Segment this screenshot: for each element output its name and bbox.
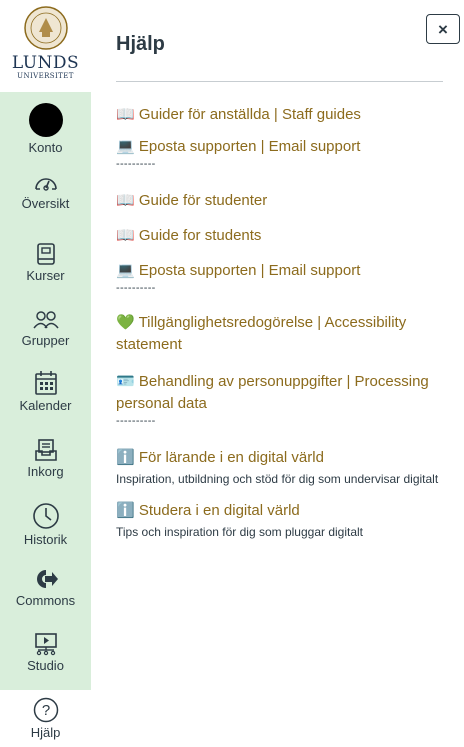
tray-divider — [116, 81, 443, 82]
nav-item-label: Kurser — [26, 268, 65, 283]
tray-title: Hjälp — [116, 33, 165, 55]
nav-item-history[interactable]: Historik — [0, 502, 91, 547]
dashboard-icon — [34, 178, 57, 191]
nav-item-account[interactable]: Konto — [0, 102, 91, 155]
nav-item-commons[interactable]: Commons — [0, 567, 91, 608]
list-item: 📖 Guide for students — [116, 225, 451, 247]
list-item: 📖 Guider för anställda | Staff guides — [116, 104, 451, 126]
nav-item-help[interactable]: ? Hjälp — [0, 697, 91, 747]
logo-wordmark: LUNDS — [11, 53, 80, 73]
nav-item-label: Hjälp — [30, 725, 61, 740]
list-item: ℹ️ Studera i en digital värld Tips och i… — [116, 500, 451, 541]
separator-dashes: ---------- — [116, 415, 156, 427]
nav-item-inbox[interactable]: Inkorg — [0, 438, 91, 479]
calendar-icon — [34, 371, 57, 395]
separator-dashes: ---------- — [116, 282, 156, 294]
link-accessibility-statement[interactable]: 💚 Tillgänglighetsredogörelse | Accessibi… — [116, 314, 406, 353]
link-email-support-staff[interactable]: 💻 Eposta supporten | Email support — [116, 138, 360, 155]
history-icon — [32, 503, 59, 529]
nav-item-label: Studio — [27, 658, 64, 673]
link-description: Inspiration, utbildning och stöd för dig… — [116, 472, 439, 486]
list-item: 🪪 Behandling av personuppgifter | Proces… — [116, 371, 451, 427]
courses-icon — [36, 243, 55, 265]
nav-item-label: Kalender — [19, 398, 72, 413]
nav-item-label: Commons — [15, 593, 76, 608]
list-item: 💚 Tillgänglighetsredogörelse | Accessibi… — [116, 312, 451, 356]
nav-item-courses[interactable]: Kurser — [0, 242, 91, 283]
link-guide-students-en[interactable]: 📖 Guide for students — [116, 227, 261, 244]
link-email-support-students[interactable]: 💻 Eposta supporten | Email support — [116, 262, 360, 279]
close-button[interactable]: × — [426, 14, 460, 44]
nav-item-studio[interactable]: Studio — [0, 632, 91, 673]
list-item: ℹ️ För lärande i en digital värld Inspir… — [116, 447, 451, 488]
logo-subtitle: UNIVERSITET — [17, 72, 74, 80]
separator-dashes: ---------- — [116, 158, 156, 170]
list-item: 📖 Guide för studenter — [116, 190, 451, 212]
close-icon: × — [438, 20, 448, 39]
studio-icon — [34, 633, 57, 656]
groups-icon — [32, 311, 59, 329]
nav-item-label: Översikt — [21, 196, 70, 211]
link-digital-studying[interactable]: ℹ️ Studera i en digital värld — [116, 502, 300, 519]
avatar — [28, 103, 63, 137]
nav-item-label: Grupper — [21, 333, 70, 348]
nav-item-label: Konto — [28, 140, 63, 155]
university-logo[interactable]: LUNDS UNIVERSITET — [0, 0, 91, 92]
link-personal-data[interactable]: 🪪 Behandling av personuppgifter | Proces… — [116, 373, 429, 412]
nav-item-label: Inkorg — [27, 464, 64, 479]
nav-item-label: Historik — [23, 532, 68, 547]
svg-text:?: ? — [41, 702, 49, 719]
list-item: 💻 Eposta supporten | Email support -----… — [116, 136, 451, 170]
inbox-icon — [34, 439, 57, 461]
help-icon: ? — [33, 697, 58, 723]
university-seal-icon — [23, 6, 68, 50]
link-staff-guides[interactable]: 📖 Guider för anställda | Staff guides — [116, 106, 361, 123]
help-links-list: 📖 Guider för anställda | Staff guides 💻 … — [116, 104, 451, 541]
help-tray: Hjälp × 📖 Guider för anställda | Staff g… — [91, 0, 464, 747]
list-item: 💻 Eposta supporten | Email support -----… — [116, 260, 451, 294]
link-description: Tips och inspiration för dig som pluggar… — [116, 525, 364, 539]
global-navigation: LUNDS UNIVERSITET Konto Översikt Kurser — [0, 0, 91, 747]
nav-item-calendar[interactable]: Kalender — [0, 370, 91, 413]
link-guide-students-sv[interactable]: 📖 Guide för studenter — [116, 192, 267, 209]
nav-item-dashboard[interactable]: Översikt — [0, 170, 91, 211]
nav-item-groups[interactable]: Grupper — [0, 309, 91, 348]
link-digital-teaching[interactable]: ℹ️ För lärande i en digital värld — [116, 449, 324, 466]
commons-icon — [36, 570, 58, 588]
